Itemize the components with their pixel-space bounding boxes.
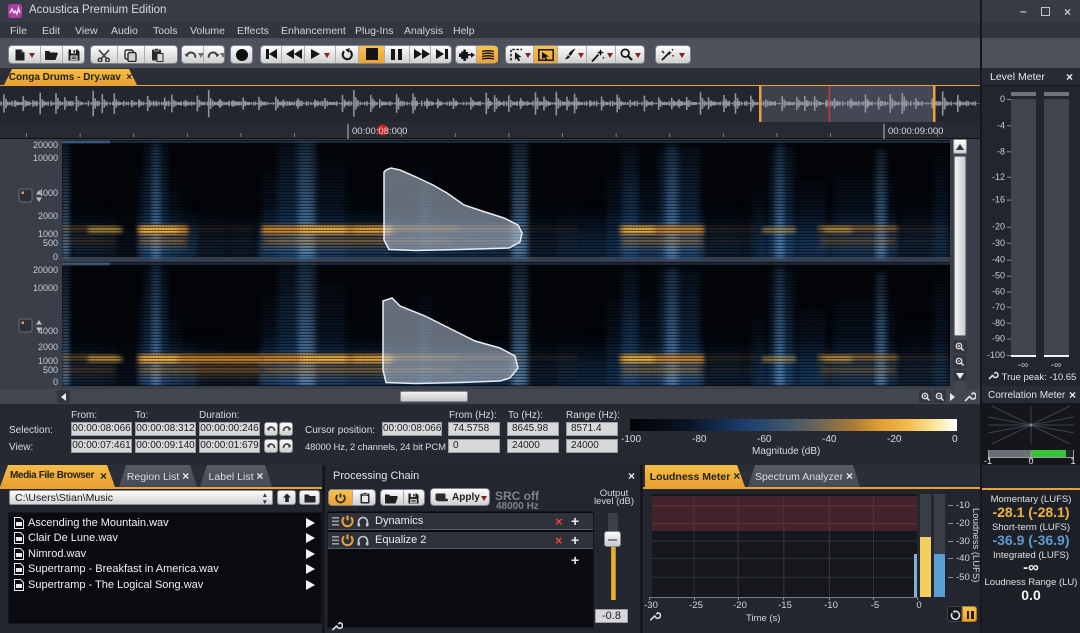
svg-text:-100: -100 bbox=[987, 350, 1005, 360]
svg-text:-80: -80 bbox=[992, 318, 1005, 328]
svg-text:-30: -30 bbox=[992, 238, 1005, 248]
svg-text:-4: -4 bbox=[997, 120, 1005, 130]
svg-text:-40: -40 bbox=[992, 255, 1005, 265]
svg-text:0: 0 bbox=[1000, 94, 1005, 104]
svg-text:1: 1 bbox=[1070, 456, 1075, 465]
svg-text:-12: -12 bbox=[992, 172, 1005, 182]
svg-text:True peak: -10.65: True peak: -10.65 bbox=[1002, 372, 1077, 383]
svg-text:-∞: -∞ bbox=[1018, 360, 1028, 371]
svg-text:-60: -60 bbox=[992, 286, 1005, 296]
svg-text:-∞: -∞ bbox=[1051, 360, 1061, 371]
svg-text:-70: -70 bbox=[992, 302, 1005, 312]
svg-text:-1: -1 bbox=[984, 456, 992, 465]
svg-text:-90: -90 bbox=[992, 334, 1005, 344]
svg-text:-16: -16 bbox=[992, 195, 1005, 205]
svg-text:-50: -50 bbox=[992, 271, 1005, 281]
svg-text:-8: -8 bbox=[997, 146, 1005, 156]
svg-text:0: 0 bbox=[1028, 456, 1033, 465]
svg-text:-20: -20 bbox=[992, 222, 1005, 232]
